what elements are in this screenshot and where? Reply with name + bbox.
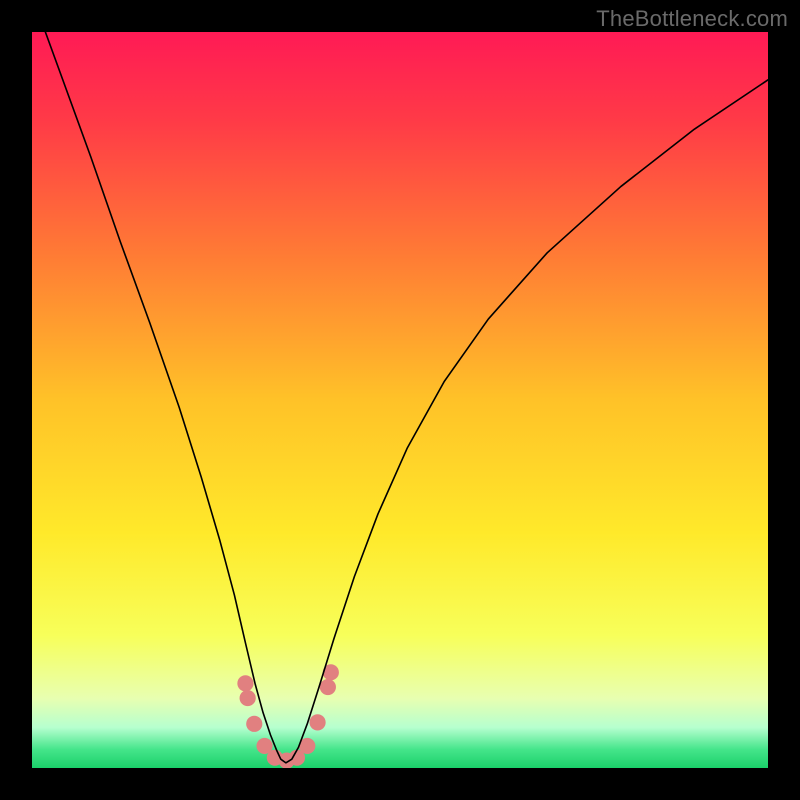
gradient-background	[32, 32, 768, 768]
plot-area	[32, 32, 768, 768]
highlight-dot	[320, 679, 336, 695]
highlight-dot	[246, 716, 262, 732]
highlight-dot	[309, 714, 325, 730]
highlight-dot	[240, 690, 256, 706]
highlight-dot	[237, 675, 253, 691]
chart-frame: TheBottleneck.com	[0, 0, 800, 800]
source-watermark: TheBottleneck.com	[596, 6, 788, 32]
bottleneck-curve-svg	[32, 32, 768, 768]
